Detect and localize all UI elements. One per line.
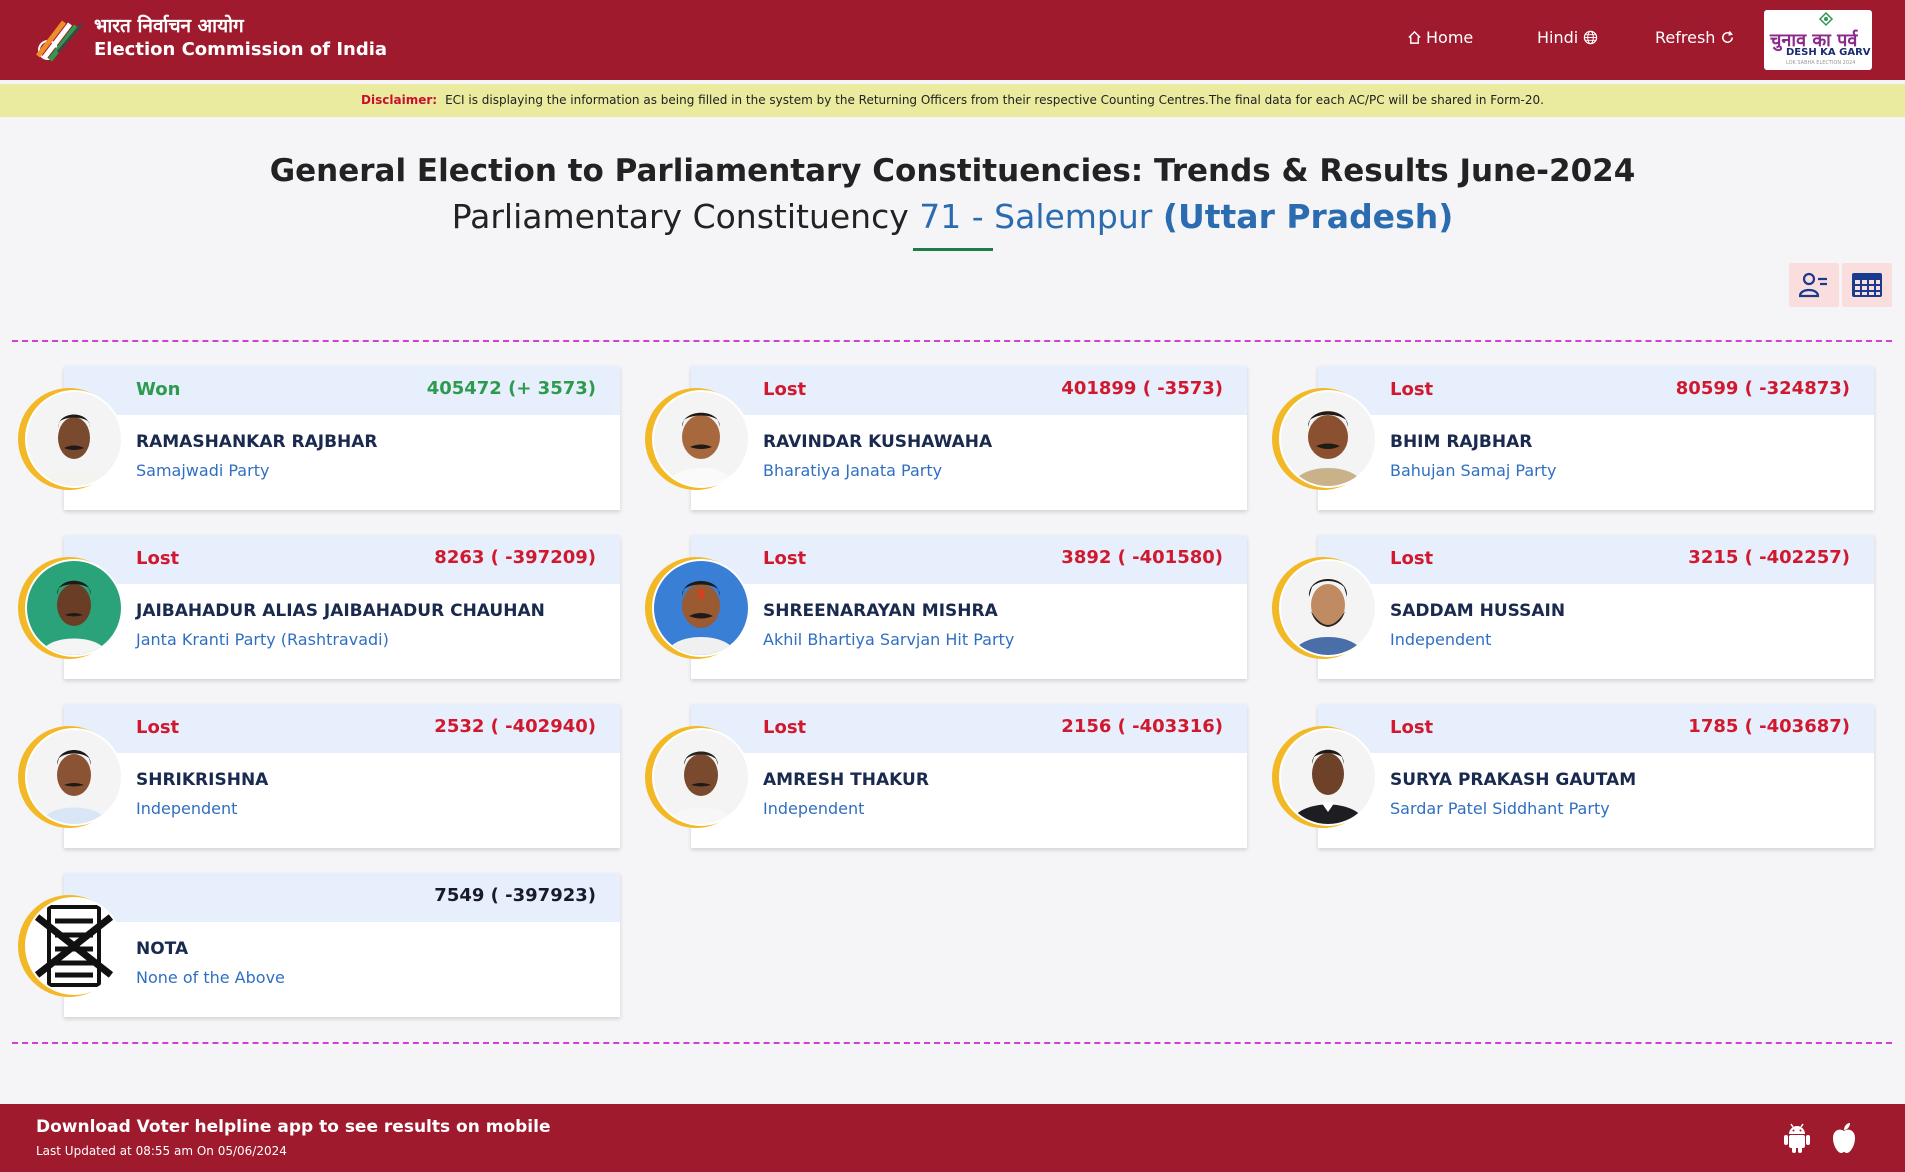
candidate-name: SHREENARAYAN MISHRA [763,601,998,621]
result-status: Lost [763,379,807,400]
result-status: Lost [1390,379,1434,400]
vote-count: 80599 ( -324873) [1675,378,1850,399]
language-label: Hindi [1537,28,1579,47]
vote-count: 7549 ( -397923) [434,885,596,906]
result-status: Lost [763,548,807,569]
candidate-card[interactable]: Lost 3892 ( -401580) SHREENARAYAN MISHRA… [645,535,1247,679]
table-icon [1852,273,1882,297]
refresh-label: Refresh [1655,28,1716,47]
candidate-name: AMRESH THAKUR [763,770,929,790]
candidate-card[interactable]: Won 405472 (+ 3573) RAMASHANKAR RAJBHAR … [18,366,620,510]
disclaimer-label: Disclaimer: [361,93,438,107]
page-title: General Election to Parliamentary Consti… [269,153,1636,189]
result-status: Lost [136,717,180,738]
android-app-link[interactable] [1782,1122,1812,1158]
top-header: भारत निर्वाचन आयोग Election Commission o… [0,0,1905,80]
party-name: Bharatiya Janata Party [763,461,943,480]
vote-count: 401899 ( -3573) [1061,378,1223,399]
candidate-card[interactable]: Lost 2532 ( -402940) SHRIKRISHNA Indepen… [18,704,620,848]
result-status: Lost [1390,548,1434,569]
result-status: Lost [763,717,807,738]
party-name: Janta Kranti Party (Rashtravadi) [136,630,389,649]
eci-logo-icon [34,12,86,64]
candidate-name: RAMASHANKAR RAJBHAR [136,432,378,452]
globe-icon [1584,30,1598,45]
org-name-english: Election Commission of India [94,39,388,60]
pc-prefix: Parliamentary Constituency [451,197,909,236]
candidate-name: SADDAM HUSSAIN [1390,601,1566,621]
vote-count: 3215 ( -402257) [1688,547,1850,568]
vote-count: 2156 ( -403316) [1061,716,1223,737]
candidate-card[interactable]: Lost 1785 ( -403687) SURYA PRAKASH GAUTA… [1272,704,1874,848]
candidate-card[interactable]: Lost 2156 ( -403316) AMRESH THAKUR Indep… [645,704,1247,848]
eci-logo[interactable]: भारत निर्वाचन आयोग Election Commission o… [34,12,387,64]
party-name: Sardar Patel Siddhant Party [1390,799,1610,818]
candidate-photo [1279,728,1377,826]
party-name: None of the Above [136,968,285,987]
home-icon [1408,30,1421,44]
party-name: Independent [136,799,238,818]
candidate-name: NOTA [136,939,189,959]
title-underline [913,248,993,251]
result-status: Lost [1390,717,1434,738]
vote-count: 1785 ( -403687) [1688,716,1850,737]
pc-name: 71 - Salempur [919,197,1153,236]
nota-symbol-icon [25,897,123,995]
party-name: Samajwadi Party [136,461,270,480]
vote-count: 405472 (+ 3573) [426,378,596,399]
org-name-hindi: भारत निर्वाचन आयोग [94,15,244,37]
table-view-button[interactable] [1842,263,1892,307]
candidate-photo [652,559,750,657]
candidate-photo [1279,559,1377,657]
candidate-name: RAVINDAR KUSHAWAHA [763,432,993,452]
candidate-card[interactable]: Lost 3215 ( -402257) SADDAM HUSSAIN Inde… [1272,535,1874,679]
candidate-name: JAIBAHADUR ALIAS JAIBAHADUR CHAUHAN [136,601,545,621]
party-name: Bahujan Samaj Party [1390,461,1557,480]
badge-small: LOK SABHA ELECTION 2024 [1786,60,1856,66]
ios-app-link[interactable] [1830,1122,1858,1158]
badge-english: DESH KA GARV [1786,47,1871,58]
constituency-heading: Parliamentary Constituency 71 - Salempur… [0,197,1905,236]
party-name: Independent [1390,630,1492,649]
candidate-name: SURYA PRAKASH GAUTAM [1390,770,1637,790]
candidate-photo [25,728,123,826]
language-toggle[interactable]: Hindi [1537,28,1598,47]
section-divider-bottom [12,1042,1892,1044]
state-name: (Uttar Pradesh) [1162,197,1454,236]
result-status: Won [136,379,181,400]
nota-card[interactable]: 7549 ( -397923) NOTA None of the Above [18,873,620,1017]
candidate-photo [25,390,123,488]
home-label: Home [1426,28,1474,47]
footer-bar: Download Voter helpline app to see resul… [0,1104,1905,1172]
refresh-icon [1722,30,1734,43]
disclaimer-bar: Disclaimer: ECI is displaying the informa… [0,84,1905,117]
candidate-photo [652,390,750,488]
vote-count: 2532 ( -402940) [434,716,596,737]
vote-count: 8263 ( -397209) [434,547,596,568]
section-divider-top [12,340,1892,342]
candidate-photo [25,559,123,657]
disclaimer-text: ECI is displaying the information as bei… [445,93,1544,107]
party-name: Independent [763,799,865,818]
candidate-name: SHRIKRISHNA [136,770,269,790]
user-list-icon [1799,272,1827,298]
result-status: Lost [136,548,180,569]
party-name: Akhil Bhartiya Sarvjan Hit Party [763,630,1015,649]
candidate-name: BHIM RAJBHAR [1390,432,1533,452]
candidate-card[interactable]: Lost 80599 ( -324873) BHIM RAJBHAR Bahuj… [1272,366,1874,510]
home-link[interactable]: Home [1407,28,1473,47]
candidate-view-button[interactable] [1789,263,1839,307]
apple-icon [1833,1123,1855,1153]
desh-ka-garv-logo: चुनाव का पर्व DESH KA GARV LOK SABHA ELE… [1764,10,1872,70]
download-app-text: Download Voter helpline app to see resul… [36,1117,551,1137]
refresh-button[interactable]: Refresh [1655,28,1735,47]
vote-count: 3892 ( -401580) [1061,547,1223,568]
android-icon [1784,1123,1810,1153]
ink-finger-icon [1818,11,1834,27]
candidate-card[interactable]: Lost 401899 ( -3573) RAVINDAR KUSHAWAHA … [645,366,1247,510]
last-updated: Last Updated at 08:55 am On 05/06/2024 [36,1144,287,1158]
candidate-card[interactable]: Lost 8263 ( -397209) JAIBAHADUR ALIAS JA… [18,535,620,679]
candidate-photo [652,728,750,826]
candidate-photo [1279,390,1377,488]
